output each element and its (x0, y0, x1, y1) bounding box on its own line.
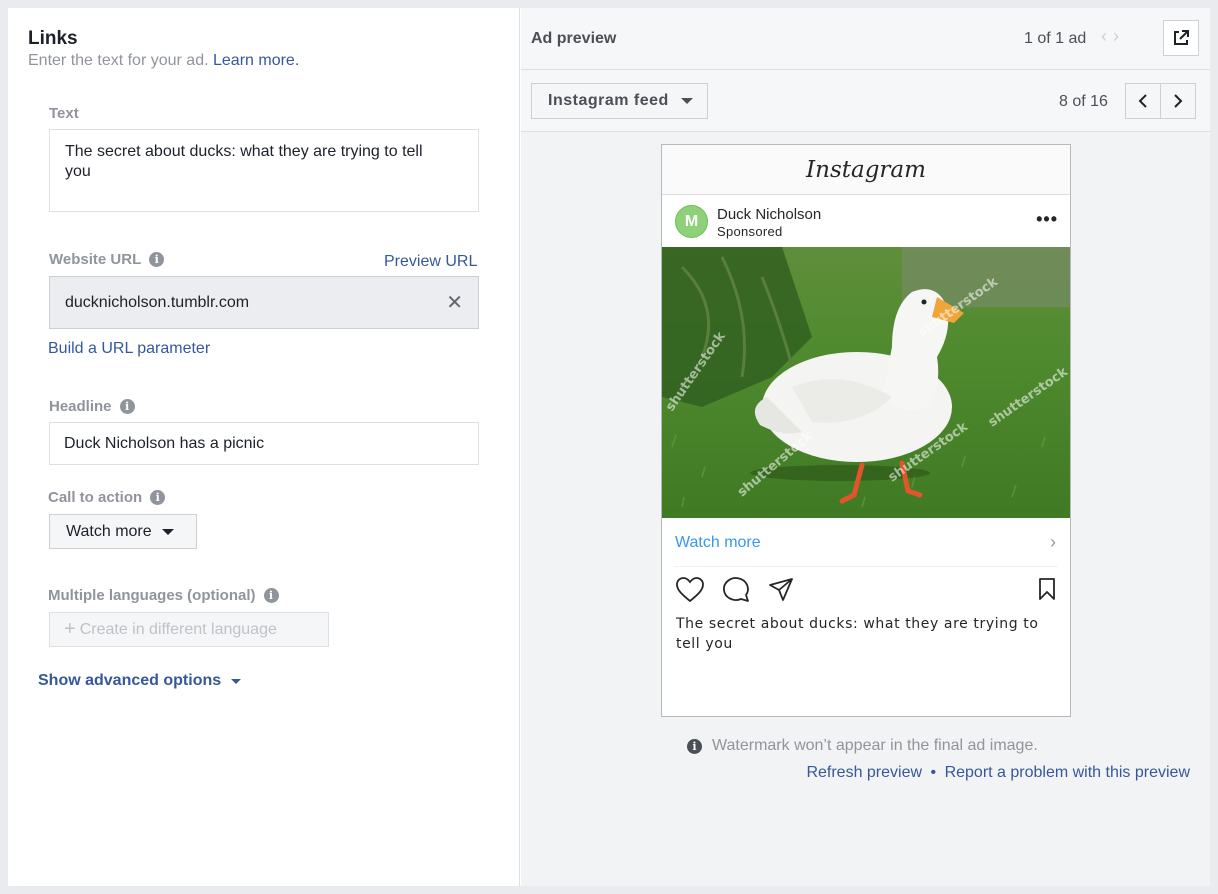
chevron-left-icon (1138, 94, 1147, 108)
info-icon[interactable]: i (150, 490, 166, 505)
placement-value: Instagram feed (548, 92, 669, 109)
caret-down-icon (161, 528, 174, 535)
info-icon[interactable]: i (149, 252, 165, 267)
bookmark-icon[interactable] (1038, 577, 1056, 601)
languages-label-text: Multiple languages (optional) (48, 587, 256, 604)
headline-label: Headline i (49, 398, 135, 415)
cta-value: Watch more (66, 522, 152, 540)
panel-title: Links (28, 28, 78, 49)
previous-button[interactable] (1126, 84, 1161, 118)
ad-count: 1 of 1 ad (1024, 30, 1087, 47)
post-actions (662, 567, 1070, 613)
heart-icon[interactable] (676, 577, 704, 603)
refresh-preview-link[interactable]: Refresh preview (806, 764, 922, 781)
caret-down-icon (680, 98, 693, 104)
create-language-button[interactable]: + Create in different language (49, 612, 329, 647)
external-link-icon (1174, 30, 1189, 45)
text-label: Text (49, 105, 79, 122)
info-icon: i (687, 738, 702, 754)
placement-dropdown[interactable]: Instagram feed (531, 83, 708, 119)
more-options-icon[interactable]: ••• (1036, 209, 1058, 230)
advanced-label: Show advanced options (38, 672, 222, 689)
show-advanced-options[interactable]: Show advanced options (38, 672, 242, 690)
share-icon[interactable] (768, 577, 794, 603)
ad-preview-panel: Ad preview 1 of 1 ad ‹› Instagram feed 8… (521, 8, 1210, 886)
links-panel: Links Enter the text for your ad. Learn … (8, 8, 520, 886)
cta-link[interactable]: Watch more (675, 534, 761, 552)
chevron-left-icon[interactable]: ‹ (1101, 26, 1113, 46)
avatar: M (675, 205, 708, 238)
plus-icon: + (64, 618, 76, 640)
chevron-right-icon[interactable]: › (1113, 26, 1125, 46)
build-url-parameter-link[interactable]: Build a URL parameter (48, 340, 210, 358)
website-url-input[interactable]: ducknicholson.tumblr.com ✕ (49, 276, 479, 329)
chevron-right-icon: › (1050, 532, 1056, 552)
info-icon[interactable]: i (119, 399, 135, 414)
open-external-button[interactable] (1163, 20, 1199, 56)
next-button[interactable] (1161, 84, 1196, 118)
watermark-note: i Watermark won’t appear in the final ad… (687, 737, 1038, 755)
post-header: M Duck Nicholson Sponsored ••• (662, 195, 1070, 247)
separator: • (930, 764, 937, 781)
ad-text-value: The secret about ducks: what they are tr… (65, 143, 423, 180)
ad-image: shutterstock shutterstock shutterstock s… (662, 247, 1070, 518)
report-problem-link[interactable]: Report a problem with this preview (945, 764, 1190, 781)
ad-pager: ‹› (1101, 26, 1125, 47)
headline-label-text: Headline (49, 398, 112, 415)
website-url-label-text: Website URL (49, 251, 142, 268)
clear-icon[interactable]: ✕ (446, 293, 463, 313)
duck-image: shutterstock shutterstock shutterstock s… (662, 247, 1070, 518)
comment-icon[interactable] (722, 577, 750, 603)
info-icon[interactable]: i (263, 588, 279, 603)
watermark-note-text: Watermark won’t appear in the final ad i… (712, 737, 1038, 754)
languages-label: Multiple languages (optional) i (48, 587, 279, 604)
call-to-action-dropdown[interactable]: Watch more (49, 514, 197, 549)
username: Duck Nicholson (717, 206, 822, 223)
preview-url-link[interactable]: Preview URL (384, 253, 477, 271)
subtitle-text: Enter the text for your ad. (28, 52, 209, 69)
website-url-label: Website URL i (49, 251, 165, 268)
placement-count: 8 of 16 (1059, 93, 1108, 110)
ad-editor-frame: Links Enter the text for your ad. Learn … (8, 8, 1210, 886)
instagram-logo: Instagram (662, 145, 1070, 195)
cta-row[interactable]: Watch more › (674, 518, 1058, 567)
sponsored-label: Sponsored (717, 224, 783, 239)
panel-subtitle: Enter the text for your ad. Learn more. (28, 52, 299, 70)
chevron-right-icon (1174, 94, 1183, 108)
preview-links: Refresh preview • Report a problem with … (806, 764, 1190, 782)
headline-value: Duck Nicholson has a picnic (64, 434, 265, 452)
headline-input[interactable]: Duck Nicholson has a picnic (49, 422, 479, 465)
learn-more-link[interactable]: Learn more. (213, 52, 299, 69)
cta-label-text: Call to action (48, 489, 143, 506)
placement-pager (1125, 83, 1196, 119)
instagram-ad-preview: Instagram M Duck Nicholson Sponsored ••• (661, 144, 1071, 717)
preview-header: Ad preview 1 of 1 ad ‹› (521, 8, 1210, 70)
preview-title: Ad preview (531, 30, 617, 47)
preview-toolbar: Instagram feed 8 of 16 (521, 70, 1210, 132)
text-label-text: Text (49, 105, 79, 122)
caret-down-icon (231, 678, 242, 684)
create-language-label: Create in different language (79, 620, 277, 638)
ad-text-input[interactable]: The secret about ducks: what they are tr… (49, 129, 479, 212)
website-url-value: ducknicholson.tumblr.com (65, 293, 250, 311)
cta-label: Call to action i (48, 489, 166, 506)
post-caption: The secret about ducks: what they are tr… (676, 616, 1039, 652)
